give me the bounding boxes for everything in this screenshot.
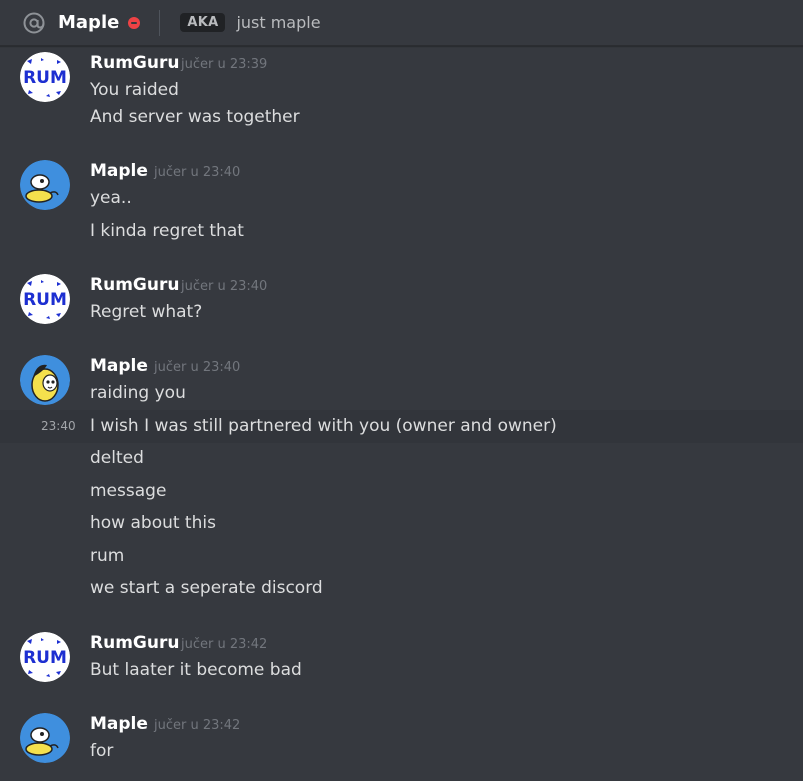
rum-logo-avatar[interactable]: RUM — [20, 52, 70, 102]
message-text: But laater it become bad — [90, 660, 302, 680]
dm-header: Maple AKA just maple — [0, 0, 803, 46]
message-group: Maple jučer u 23:42 for — [0, 713, 803, 781]
cartoon-character-avatar[interactable] — [20, 355, 70, 405]
message-group: RUM RumGuru jučer u 23:40 Regret what? — [0, 274, 803, 334]
message-text: I wish I was still partnered with you (o… — [90, 416, 557, 436]
message-group: Maple jučer u 23:40 yea.. I kinda regret… — [0, 160, 803, 250]
message-list: RUM RumGuru jučer u 23:39 You raided And… — [0, 52, 803, 781]
message-text: for — [90, 741, 114, 761]
cartoon-character-avatar[interactable] — [20, 160, 70, 210]
message-timestamp: jučer u 23:40 — [181, 279, 268, 294]
message-text: And server was together — [90, 107, 300, 127]
dm-recipient-name[interactable]: Maple — [58, 12, 119, 33]
message-timestamp: jučer u 23:39 — [181, 57, 268, 72]
aka-nickname: just maple — [236, 13, 321, 32]
message-author[interactable]: RumGuru — [90, 633, 179, 653]
message-group: Maple jučer u 23:40 raiding you I wish I… — [0, 355, 803, 605]
message-author[interactable]: RumGuru — [90, 275, 179, 295]
message-text: rum — [90, 546, 125, 566]
message-text: delted — [90, 448, 144, 468]
svg-text:RUM: RUM — [23, 648, 67, 668]
message-timestamp: jučer u 23:40 — [154, 165, 241, 180]
message-timestamp: jučer u 23:42 — [181, 637, 268, 652]
header-divider — [159, 9, 161, 36]
message-text: message — [90, 481, 167, 501]
do-not-disturb-status-icon — [128, 16, 141, 29]
at-sign-icon — [22, 11, 46, 35]
message-text: Regret what? — [90, 302, 203, 322]
rum-logo-avatar[interactable]: RUM — [20, 274, 70, 324]
message-text: we start a seperate discord — [90, 578, 323, 598]
message-text: raiding you — [90, 383, 186, 403]
svg-text:RUM: RUM — [23, 68, 67, 88]
message-text: I kinda regret that — [90, 221, 244, 241]
message-text: You raided — [90, 80, 179, 100]
rum-logo-avatar[interactable]: RUM — [20, 632, 70, 682]
aka-badge: AKA — [180, 13, 226, 32]
message-text: how about this — [90, 513, 216, 533]
message-author[interactable]: Maple — [90, 714, 148, 734]
message-group: RUM RumGuru jučer u 23:42 But laater it … — [0, 632, 803, 692]
message-timestamp: jučer u 23:42 — [154, 718, 241, 733]
message-author[interactable]: RumGuru — [90, 53, 179, 73]
svg-text:RUM: RUM — [23, 290, 67, 310]
message-author[interactable]: Maple — [90, 356, 148, 376]
message-text: yea.. — [90, 188, 132, 208]
cartoon-character-avatar[interactable] — [20, 713, 70, 763]
message-timestamp: jučer u 23:40 — [154, 360, 241, 375]
message-author[interactable]: Maple — [90, 161, 148, 181]
message-group: RUM RumGuru jučer u 23:39 You raided And… — [0, 52, 803, 142]
